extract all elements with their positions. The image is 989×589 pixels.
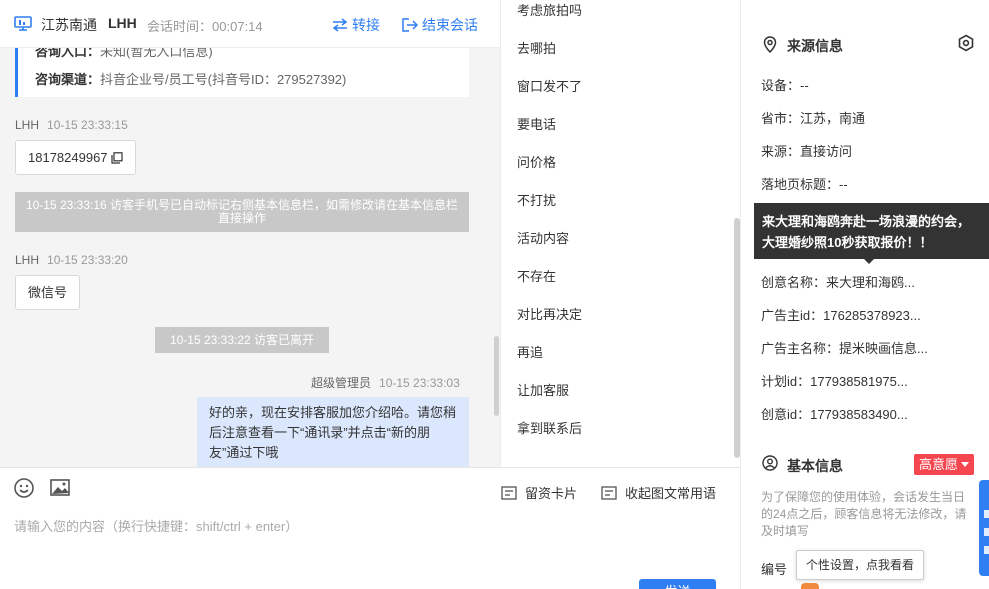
message-input[interactable] [14,516,714,536]
message-time: 10-15 23:33:15 [47,118,128,132]
collapse-phrases-label: 收起图文常用语 [625,486,717,501]
end-session-label: 结束会话 [422,17,478,33]
quick-reply-item[interactable]: 拿到联系后 [517,418,582,437]
intent-value: 高意愿 [919,457,959,472]
visitor-panel: 来源信息 设备：-- 省市：江苏，南通 来源：直接访问 落地页标题：-- 创意名… [740,0,989,589]
lead-card-label: 留资卡片 [525,486,578,501]
id-label: 编号 [761,562,788,577]
message-time: 10-15 23:33:20 [47,253,128,267]
quick-reply-item[interactable]: 让加客服 [517,380,569,399]
composer: 留资卡片 收起图文常用语 发送 [0,467,740,589]
quick-reply-item[interactable]: 问价格 [517,152,556,171]
intent-dropdown[interactable]: 高意愿 [914,454,974,475]
message-meta: 超级管理员 10-15 23:33:03 [311,374,460,391]
message-text: 18178249967 [28,150,108,165]
transfer-button[interactable]: 转接 [332,15,380,35]
user-icon [762,455,778,471]
channel-row: 咨询渠道：抖音企业号/员工号(抖音号ID：279527392) [35,69,346,88]
transfer-icon [332,18,348,32]
source-field: 来源：直接访问 [761,144,853,159]
chat-scrollbar[interactable] [494,336,499,416]
message-text: 微信号 [28,285,68,300]
quick-reply-item[interactable]: 活动内容 [517,228,569,247]
advertiser-id-field[interactable]: 广告主id：176285378923... [761,305,921,324]
hint-marker [801,583,819,589]
send-button[interactable]: 发送 [639,579,716,589]
entry-label: 咨询入口： [35,48,101,59]
quick-reply-item[interactable]: 再追 [517,342,543,361]
personalize-popover[interactable]: 个性设置，点我看看 [796,550,924,580]
channel-label: 咨询渠道： [35,72,101,87]
landing-title-field: 落地页标题：-- [761,177,848,192]
source-info-title: 来源信息 [787,38,843,54]
location-pin-icon [763,36,777,53]
quick-reply-list: 考虑旅拍吗 去哪拍 窗口发不了 要电话 问价格 不打扰 活动内容 不存在 对比再… [500,0,740,467]
creative-title-tooltip: 来大理和海鸥奔赴一场浪漫的约会，大理婚纱照10秒获取报价！！ [754,203,989,264]
message-meta: LHH 10-15 23:33:15 [15,118,128,132]
caret-down-icon [961,462,970,467]
quick-reply-item[interactable]: 不打扰 [517,190,556,209]
visitor-info-card: 咨询入口：未知(暂无入口信息) 咨询渠道：抖音企业号/员工号(抖音号ID：279… [15,48,469,97]
entry-value: 未知(暂无入口信息) [100,48,213,59]
advertiser-name-field[interactable]: 广告主名称：提米映画信息... [761,338,928,357]
monitor-icon [14,16,32,31]
region-field: 省市：江苏，南通 [761,111,866,126]
message-sender: LHH [15,118,40,132]
device-field: 设备：-- [761,78,809,93]
chat-header: 江苏南通 LHH 会话时间：00:07:14 转接 结束会话 [0,0,500,48]
creative-name-field[interactable]: 创意名称：来大理和海鸥... [761,272,915,291]
agent-message[interactable]: 好的亲，现在安排客服加您介绍哈。请您稍后注意查看一下“通讯录”并点击“新的朋友”… [197,397,469,467]
quick-reply-item[interactable]: 不存在 [517,266,556,285]
system-notice: 10-15 23:33:16 访客手机号已自动标记右侧基本信息栏，如需修改请在基… [15,192,469,232]
edit-deadline-note: 为了保障您的使用体验，会话发生当日的24点之后，顾客信息将无法修改，请及时填写 [761,490,967,538]
message-sender: 超级管理员 [311,376,372,390]
message-time: 10-15 23:33:03 [379,376,460,390]
quick-reply-item[interactable]: 对比再决定 [517,304,582,323]
message-sender: LHH [15,253,40,267]
session-timer: 会话时间：00:07:14 [147,19,263,34]
side-drawer-tab[interactable] [979,480,989,576]
channel-value: 抖音企业号/员工号(抖音号ID：279527392) [100,72,347,87]
end-session-button[interactable]: 结束会话 [402,15,478,35]
collapse-phrases-button[interactable]: 收起图文常用语 [601,483,716,502]
quick-reply-item[interactable]: 考虑旅拍吗 [517,0,582,19]
basic-info-title: 基本信息 [787,458,843,474]
transfer-label: 转接 [352,17,380,33]
message-meta: LHH 10-15 23:33:20 [15,253,128,267]
settings-icon[interactable] [957,34,975,52]
visitor-message[interactable]: 微信号 [15,275,81,310]
entry-row: 咨询入口：未知(暂无入口信息) [35,48,213,60]
quick-reply-item[interactable]: 要电话 [517,114,556,133]
copy-icon[interactable] [110,151,123,164]
phrase-icon [601,485,617,500]
lead-card-button[interactable]: 留资卡片 [501,483,577,502]
visitor-location: 江苏南通 [41,17,97,33]
chat-messages[interactable]: 咨询入口：未知(暂无入口信息) 咨询渠道：抖音企业号/员工号(抖音号ID：279… [0,48,500,467]
plan-id-field[interactable]: 计划id：177938581975... [761,371,908,390]
image-icon[interactable] [49,477,71,499]
agent-name: LHH [108,15,137,31]
visitor-message[interactable]: 18178249967 [15,140,136,175]
quick-reply-item[interactable]: 去哪拍 [517,38,556,57]
quick-reply-item[interactable]: 窗口发不了 [517,76,582,95]
exit-icon [402,18,418,32]
card-icon [501,485,517,500]
emoji-icon[interactable] [13,477,35,499]
creative-id-field[interactable]: 创意id：177938583490... [761,404,908,423]
system-notice: 10-15 23:33:22 访客已离开 [155,327,329,353]
